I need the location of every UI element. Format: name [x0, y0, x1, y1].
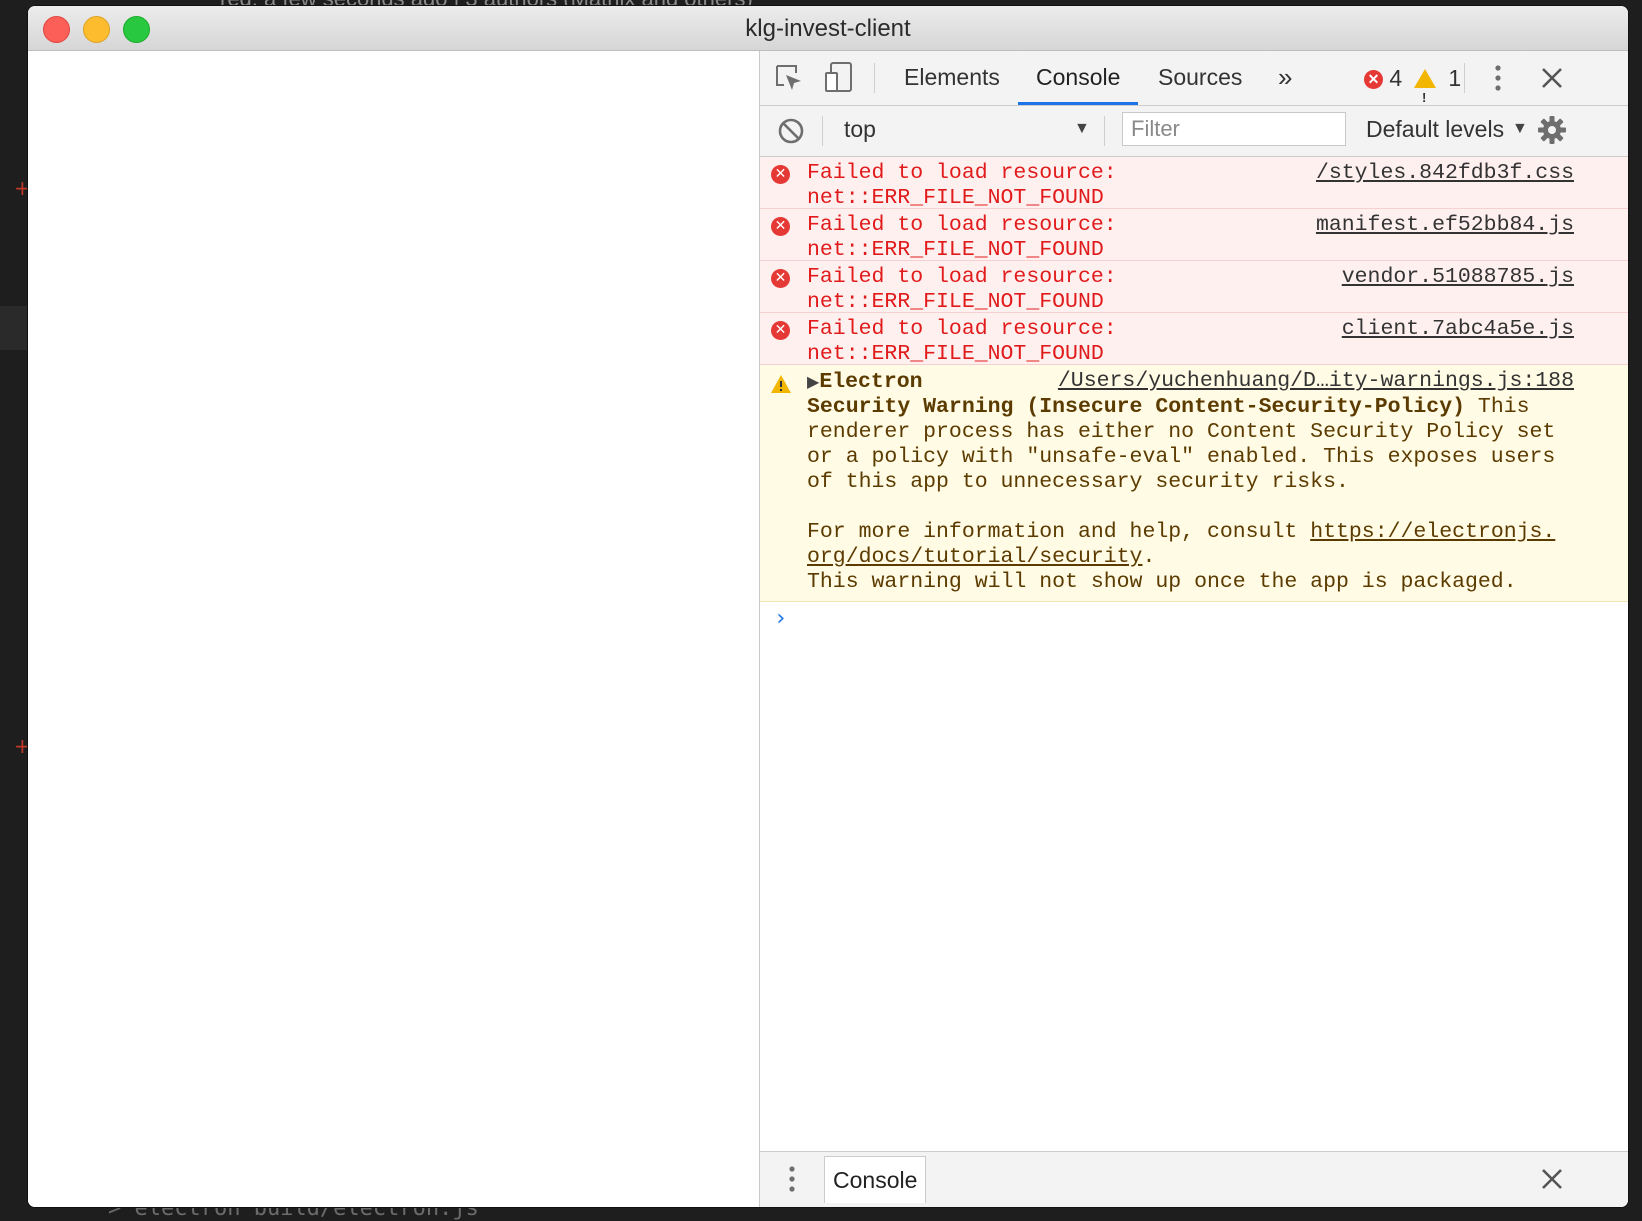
warning-text: This	[1465, 395, 1530, 419]
error-code: net::ERR_FILE_NOT_FOUND	[807, 342, 1104, 366]
console-error-message[interactable]: ✕ Failed to load resource: net::ERR_FILE…	[760, 313, 1628, 366]
warning-text: of this app to unnecessary security risk…	[807, 470, 1349, 494]
devtools-drawer: Console	[760, 1151, 1628, 1207]
security-docs-link[interactable]: org/docs/tutorial/security	[807, 545, 1142, 569]
clear-console-icon[interactable]	[777, 117, 805, 150]
console-messages: ✕ Failed to load resource: net::ERR_FILE…	[760, 157, 1628, 642]
toolbar-divider	[1104, 116, 1105, 146]
toolbar-divider	[1464, 63, 1465, 93]
device-toolbar-icon[interactable]	[824, 61, 854, 98]
context-selector[interactable]: top	[844, 116, 876, 143]
console-prompt-row[interactable]: ›	[760, 602, 1628, 642]
console-error-message[interactable]: ✕ Failed to load resource: net::ERR_FILE…	[760, 157, 1628, 210]
tab-sources[interactable]: Sources	[1158, 51, 1242, 103]
app-window: klg-invest-client Elements Console Sourc…	[28, 6, 1628, 1207]
expand-triangle-icon[interactable]: ▶	[807, 372, 819, 391]
more-tabs-button[interactable]: »	[1278, 51, 1292, 103]
toolbar-divider	[822, 116, 823, 146]
tab-elements[interactable]: Elements	[904, 51, 1000, 103]
drawer-tab-console[interactable]: Console	[824, 1156, 927, 1203]
levels-dropdown-arrow-icon[interactable]: ▼	[1512, 120, 1528, 138]
warning-head: Electron	[819, 370, 923, 394]
inspect-element-icon[interactable]	[774, 63, 804, 98]
warning-count: 1	[1448, 65, 1462, 91]
warning-counter[interactable]: 1	[1414, 51, 1462, 125]
window-titlebar[interactable]: klg-invest-client	[28, 6, 1628, 51]
source-link[interactable]: /styles.842fdb3f.css	[1316, 161, 1574, 186]
source-link[interactable]: manifest.ef52bb84.js	[1316, 213, 1574, 238]
warning-icon	[770, 374, 792, 402]
source-link[interactable]: client.7abc4a5e.js	[1342, 317, 1574, 342]
error-icon: ✕	[1364, 70, 1383, 89]
console-filter-input[interactable]	[1122, 112, 1346, 146]
log-levels-selector[interactable]: Default levels	[1366, 116, 1504, 143]
drawer-menu-icon[interactable]	[787, 1164, 797, 1199]
warning-text: or a policy with "unsafe-eval" enabled. …	[807, 445, 1556, 469]
console-error-message[interactable]: ✕ Failed to load resource: net::ERR_FILE…	[760, 261, 1628, 314]
context-dropdown-arrow-icon[interactable]: ▼	[1074, 120, 1090, 138]
warning-title: Security Warning (Insecure Content-Secur…	[807, 395, 1466, 419]
console-warning-message[interactable]: ▶Electron /Users/yuchenhuang/D…ity-warni…	[760, 365, 1628, 602]
close-drawer-icon[interactable]	[1540, 1167, 1564, 1196]
warning-text: For more information and help, consult	[807, 520, 1311, 544]
warning-text: renderer process has either no Content S…	[807, 420, 1556, 444]
source-link[interactable]: /Users/yuchenhuang/D…ity-warnings.js:188	[1058, 369, 1574, 394]
toolbar-divider	[874, 63, 875, 93]
error-counter[interactable]: ✕ 4	[1364, 51, 1402, 105]
tab-console[interactable]: Console	[1018, 51, 1139, 105]
error-code: net::ERR_FILE_NOT_FOUND	[807, 238, 1104, 262]
error-icon: ✕	[771, 217, 790, 236]
warning-text: This warning will not show up once the a…	[807, 570, 1517, 594]
app-page-content[interactable]	[28, 51, 760, 1207]
warning-icon	[1414, 69, 1436, 125]
error-code: net::ERR_FILE_NOT_FOUND	[807, 186, 1104, 210]
error-icon: ✕	[771, 321, 790, 340]
error-icon: ✕	[771, 165, 790, 184]
console-prompt-icon: ›	[774, 606, 788, 631]
console-toolbar: top ▼ Default levels ▼	[760, 106, 1628, 157]
devtools-tabbar: Elements Console Sources » ✕ 4 1	[760, 51, 1628, 125]
close-devtools-icon[interactable]	[1540, 66, 1564, 95]
console-error-message[interactable]: ✕ Failed to load resource: net::ERR_FILE…	[760, 209, 1628, 262]
warning-text: .	[1142, 545, 1156, 569]
console-settings-gear-icon[interactable]	[1537, 115, 1567, 150]
editor-gutter-highlight	[0, 306, 28, 350]
error-code: net::ERR_FILE_NOT_FOUND	[807, 290, 1104, 314]
error-icon: ✕	[771, 269, 790, 288]
source-link[interactable]: vendor.51088785.js	[1342, 265, 1574, 290]
window-title: klg-invest-client	[745, 15, 911, 42]
error-count: 4	[1389, 65, 1403, 91]
security-docs-link[interactable]: https://electronjs.	[1310, 520, 1555, 544]
more-options-icon[interactable]	[1493, 63, 1503, 98]
devtools-panel: Elements Console Sources » ✕ 4 1	[760, 51, 1628, 1207]
